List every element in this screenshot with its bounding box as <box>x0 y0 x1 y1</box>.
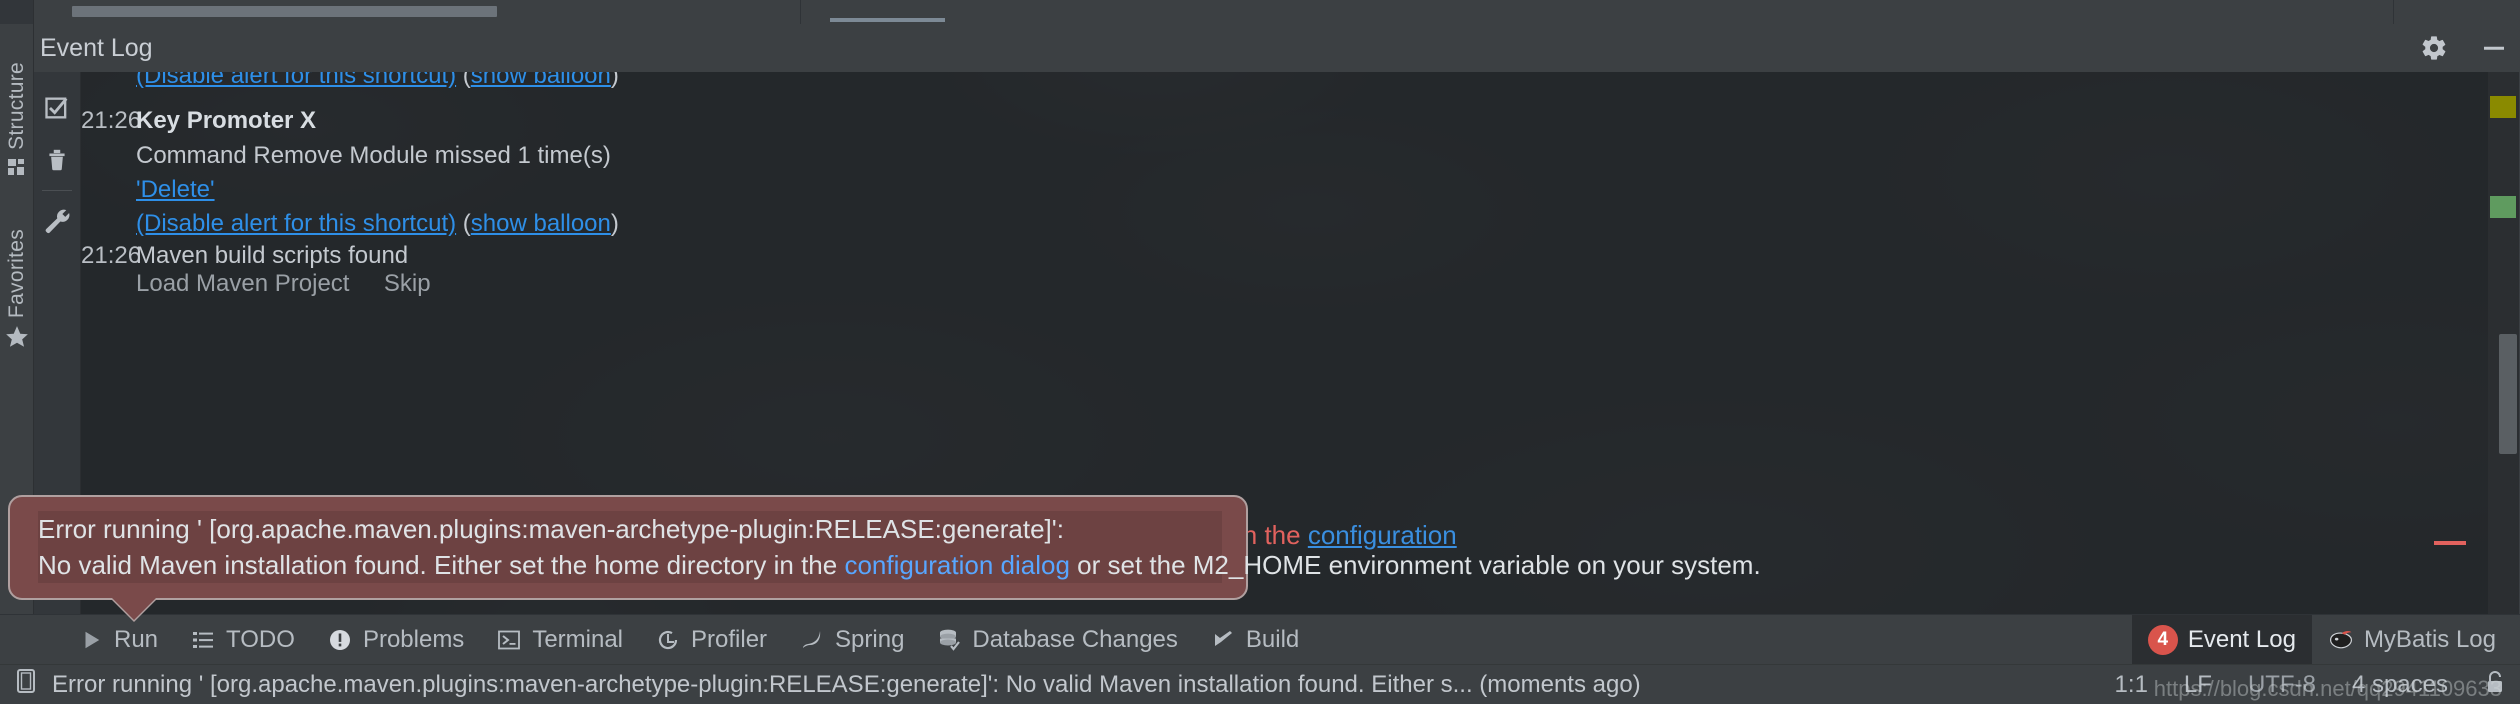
horizontal-scrollbar-thumb[interactable] <box>72 6 497 17</box>
list-item-actions: Load Maven Project Skip <box>81 270 431 298</box>
balloon-content: Error running ' [org.apache.maven.plugin… <box>38 511 1761 583</box>
log-title: Key Promoter X <box>136 107 317 134</box>
tool-button-spring[interactable]: Spring <box>783 622 920 658</box>
build-hammer-icon <box>1210 627 1236 653</box>
tool-window-bar-left: Run TODO Problems Terminal Profiler Spri… <box>0 622 1315 658</box>
tool-button-label: TODO <box>226 625 295 653</box>
mark-all-read-icon[interactable] <box>37 82 77 134</box>
list-item-link-row[interactable]: (Disable alert for this shortcut) (show … <box>81 210 619 238</box>
delete-shortcut-link[interactable]: 'Delete' <box>136 176 215 203</box>
skip-action[interactable]: Skip <box>384 270 431 297</box>
log-message: Command Remove Module missed 1 time(s) <box>136 142 611 169</box>
load-maven-project-action[interactable]: Load Maven Project <box>136 270 349 297</box>
tool-button-label: Problems <box>362 625 465 653</box>
left-tool-rail: Structure Favorites <box>0 24 34 704</box>
line-separator[interactable]: LF <box>2184 671 2212 699</box>
disable-alert-link[interactable]: (Disable alert for this shortcut) <box>136 210 456 237</box>
show-balloon-link[interactable]: show balloon <box>471 72 611 89</box>
terminal-icon <box>496 627 522 653</box>
balloon-tail <box>112 598 156 620</box>
tool-button-todo[interactable]: TODO <box>174 622 311 658</box>
tool-button-profiler[interactable]: Profiler <box>639 622 783 658</box>
disable-alert-link[interactable]: (Disable alert for this shortcut) <box>136 72 456 89</box>
active-tab-underline <box>830 18 945 22</box>
tool-button-terminal[interactable]: Terminal <box>480 622 639 658</box>
editor-gutter <box>0 0 34 24</box>
ok-marker[interactable] <box>2490 196 2516 218</box>
unlock-icon[interactable] <box>2484 669 2506 702</box>
paren-open: ( <box>456 210 471 237</box>
event-log-panel-header: Event Log <box>34 24 2520 72</box>
log-title: Maven build scripts found <box>136 242 409 269</box>
tool-button-label: Database Changes <box>972 625 1178 653</box>
event-log-badge: 4 <box>2147 625 2178 655</box>
marker-gutter[interactable] <box>2488 72 2520 614</box>
status-message[interactable]: Error running ' [org.apache.maven.plugin… <box>52 671 1641 699</box>
balloon-line-1: Error running ' [org.apache.maven.plugin… <box>38 514 1064 544</box>
run-play-icon <box>78 627 104 653</box>
configuration-dialog-link[interactable]: configuration dialog <box>844 550 1070 580</box>
caret-position[interactable]: 1:1 <box>2115 671 2148 699</box>
vertical-scrollbar-thumb[interactable] <box>2499 334 2517 454</box>
status-message-area[interactable]: Error running ' [org.apache.maven.plugin… <box>0 668 1641 701</box>
paren-close: ) <box>610 210 619 237</box>
trash-icon[interactable] <box>37 134 77 186</box>
tool-button-event-log[interactable]: 4 Event Log <box>2131 615 2312 665</box>
problems-icon <box>327 627 353 653</box>
balloon-line-2: No valid Maven installation found. Eithe… <box>38 547 1761 583</box>
tool-button-label: Terminal <box>532 625 624 653</box>
minimize-icon[interactable] <box>2478 32 2510 64</box>
status-bar: Error running ' [org.apache.maven.plugin… <box>0 664 2520 704</box>
database-icon <box>936 627 962 653</box>
tool-button-problems[interactable]: Problems <box>311 622 480 658</box>
warning-marker[interactable] <box>2490 96 2516 118</box>
show-balloon-link[interactable]: show balloon <box>471 210 611 237</box>
encoding[interactable]: UTF-8 <box>2248 671 2316 699</box>
tool-button-label: Event Log <box>2187 626 2296 653</box>
tool-button-label: Profiler <box>691 625 768 653</box>
toolbar-divider <box>42 190 72 191</box>
mybatis-icon <box>2328 627 2354 653</box>
editor-tab-bar: Text Dependency Analyzer <box>805 0 2205 16</box>
tool-button-mybatis-log[interactable]: MyBatis Log <box>2312 622 2512 658</box>
error-tooltip-balloon[interactable]: Error running ' [org.apache.maven.plugin… <box>8 495 1761 600</box>
tool-button-run[interactable]: Run <box>62 622 174 658</box>
sidebar-item-structure[interactable]: Structure <box>0 62 34 183</box>
indent-setting[interactable]: 4 spaces <box>2352 671 2448 699</box>
tool-button-label: Build <box>1245 625 1300 653</box>
editor-top-strip: Text Dependency Analyzer <box>0 0 2520 24</box>
tool-button-label: Spring <box>835 625 905 653</box>
notification-icon[interactable] <box>14 668 38 701</box>
tab-separator <box>800 0 801 24</box>
star-icon <box>4 324 30 355</box>
error-strike-marker <box>2434 541 2466 545</box>
status-bar-right: 1:1 LF UTF-8 4 spaces <box>2115 665 2506 704</box>
sidebar-item-label: Structure <box>5 62 28 150</box>
list-item-link-row[interactable]: 'Delete' <box>81 176 215 204</box>
tool-button-database-changes[interactable]: Database Changes <box>920 622 1193 658</box>
tool-button-label: MyBatis Log <box>2363 626 2496 653</box>
todo-list-icon <box>190 627 216 653</box>
configuration-link[interactable]: configuration <box>1308 520 1457 550</box>
panel-actions <box>2418 32 2510 64</box>
spring-leaf-icon <box>799 627 825 653</box>
balloon-line-2-suffix: or set the M2_HOME environment variable … <box>1069 550 1761 580</box>
gear-icon[interactable] <box>2418 32 2450 64</box>
tool-window-bar-right: 4 Event Log MyBatis Log <box>2131 615 2512 665</box>
paren-open: ( <box>456 72 471 89</box>
sidebar-item-favorites[interactable]: Favorites <box>0 229 34 355</box>
tool-button-label: Run <box>114 625 159 653</box>
tab-separator-right <box>2393 0 2394 24</box>
paren-close: ) <box>610 72 619 89</box>
wrench-icon[interactable] <box>37 195 77 247</box>
ide-window: Text Dependency Analyzer Structure Favor… <box>0 0 2520 704</box>
profiler-icon <box>655 627 681 653</box>
page-title: Event Log <box>40 34 153 62</box>
list-item[interactable]: (Disable alert for this shortcut) (show … <box>81 72 619 90</box>
tool-button-build[interactable]: Build <box>1194 622 1315 658</box>
tool-window-bar: Run TODO Problems Terminal Profiler Spri… <box>0 614 2520 665</box>
balloon-line-2-prefix: No valid Maven installation found. Eithe… <box>38 550 845 580</box>
sidebar-item-label: Favorites <box>5 229 28 319</box>
structure-icon <box>6 156 28 183</box>
